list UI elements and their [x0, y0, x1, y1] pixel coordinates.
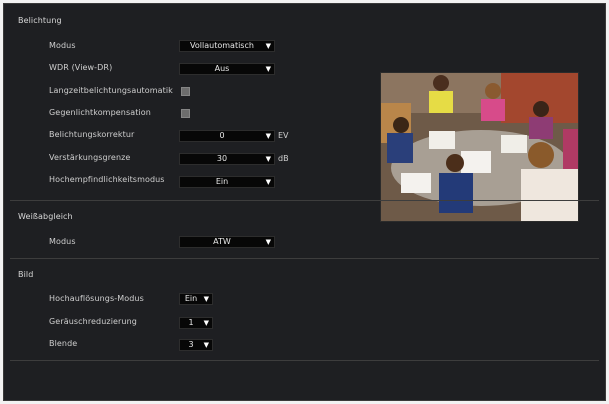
- langzeit-checkbox[interactable]: [181, 87, 190, 96]
- select-value: Ein: [184, 294, 198, 303]
- chevron-down-icon: ▼: [265, 238, 271, 246]
- hochempfindlichkeit-select[interactable]: Ein ▼: [179, 176, 275, 188]
- langzeit-label: Langzeitbelichtungsautomatik: [49, 86, 173, 95]
- verstaerkungsgrenze-label: Verstärkungsgrenze: [49, 153, 131, 162]
- wdr-select[interactable]: Aus ▼: [179, 63, 275, 75]
- geraeuschreduzierung-select[interactable]: 1 ▼: [179, 317, 213, 329]
- select-value: Ein: [215, 177, 229, 186]
- select-value: 30: [216, 154, 228, 163]
- section-divider: [10, 258, 599, 259]
- select-value: 3: [188, 340, 194, 349]
- chevron-down-icon: ▼: [203, 295, 209, 303]
- settings-panel: Belichtung Modus Vollautomatisch ▼ WDR (…: [3, 3, 606, 401]
- gegenlicht-label: Gegenlichtkompensation: [49, 108, 151, 117]
- blende-select[interactable]: 3 ▼: [179, 339, 213, 351]
- chevron-down-icon: ▼: [265, 132, 271, 140]
- belichtungskorrektur-select[interactable]: 0 ▼: [179, 130, 275, 142]
- chevron-down-icon: ▼: [203, 341, 209, 349]
- geraeuschreduzierung-label: Geräuschreduzierung: [49, 317, 137, 326]
- select-value: ATW: [213, 237, 231, 246]
- weissabgleich-modus-label: Modus: [49, 237, 76, 246]
- verstaerkungsgrenze-select[interactable]: 30 ▼: [179, 153, 275, 165]
- section-divider: [10, 360, 599, 361]
- chevron-down-icon: ▼: [265, 42, 271, 50]
- select-value: Aus: [214, 64, 230, 73]
- select-value: 0: [219, 131, 225, 140]
- hochaufloesung-label: Hochauflösungs-Modus: [49, 294, 144, 303]
- section-title-belichtung: Belichtung: [18, 16, 62, 25]
- blende-label: Blende: [49, 339, 78, 348]
- hochaufloesung-select[interactable]: Ein ▼: [179, 293, 213, 305]
- section-divider: [10, 200, 599, 201]
- gegenlicht-checkbox[interactable]: [181, 109, 190, 118]
- belichtungskorrektur-label: Belichtungskorrektur: [49, 130, 135, 139]
- chevron-down-icon: ▼: [203, 319, 209, 327]
- select-value: Vollautomatisch: [190, 41, 254, 50]
- weissabgleich-modus-select[interactable]: ATW ▼: [179, 236, 275, 248]
- chevron-down-icon: ▼: [265, 178, 271, 186]
- db-unit: dB: [278, 154, 289, 163]
- section-title-bild: Bild: [18, 270, 34, 279]
- ev-unit: EV: [278, 131, 289, 140]
- wdr-label: WDR (View-DR): [49, 63, 113, 72]
- chevron-down-icon: ▼: [265, 155, 271, 163]
- belichtung-modus-select[interactable]: Vollautomatisch ▼: [179, 40, 275, 52]
- section-title-weissabgleich: Weißabgleich: [18, 212, 73, 221]
- hochempfindlichkeit-label: Hochempfindlichkeitsmodus: [49, 175, 165, 184]
- chevron-down-icon: ▼: [265, 65, 271, 73]
- belichtung-modus-label: Modus: [49, 41, 76, 50]
- select-value: 1: [188, 318, 194, 327]
